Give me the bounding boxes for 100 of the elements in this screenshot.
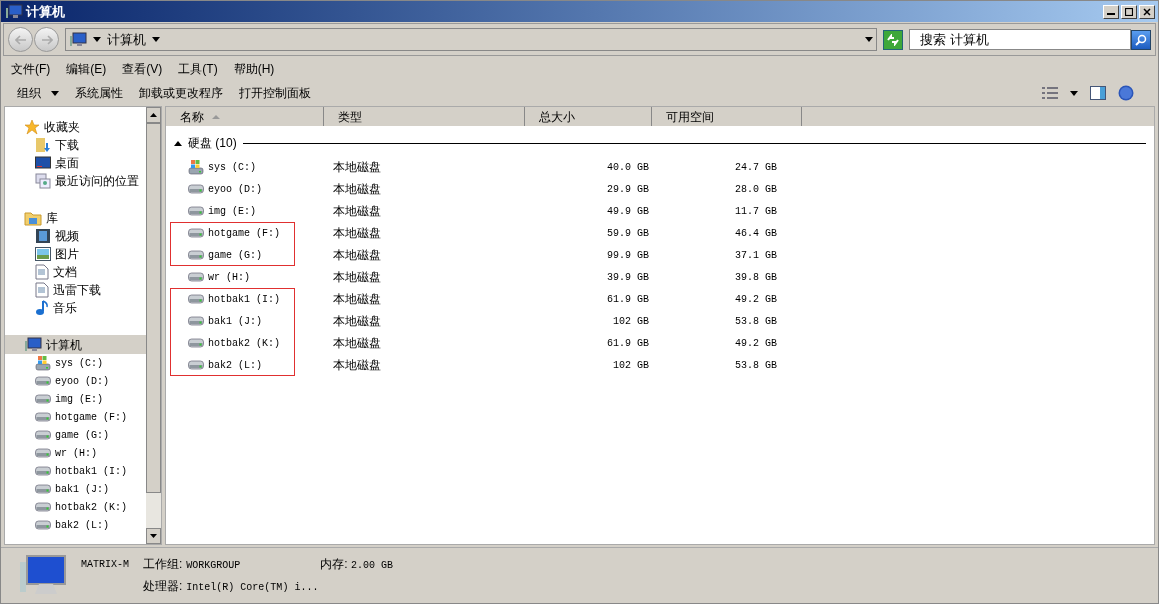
column-header[interactable]: 可用空间 [652, 107, 802, 126]
window-title: 计算机 [26, 2, 65, 21]
sidebar-item[interactable]: 图片 [5, 245, 146, 263]
menu-item[interactable]: 工具(T) [178, 60, 218, 78]
column-header[interactable]: 总大小 [525, 107, 652, 126]
menu-item[interactable]: 编辑(E) [66, 60, 107, 78]
drive-type: 本地磁盘 [332, 335, 382, 352]
document-icon [35, 282, 49, 298]
list-view-icon [1042, 87, 1058, 99]
close-button[interactable] [1139, 4, 1155, 19]
total-size: 49.9 GB [606, 204, 649, 219]
download-folder-icon [35, 137, 51, 153]
music-note-icon [35, 300, 49, 316]
drive-icon [35, 412, 51, 422]
sidebar-item[interactable]: 音乐 [5, 299, 146, 317]
sidebar-section[interactable]: 计算机 [5, 335, 146, 354]
drive-icon [188, 338, 204, 348]
sidebar-item[interactable]: 视频 [5, 227, 146, 245]
sidebar-section[interactable]: 库 [5, 208, 146, 227]
drive-name[interactable]: bak1 (J:) [208, 313, 262, 329]
star-icon [24, 118, 40, 135]
drive-icon [188, 316, 204, 326]
group-toggle[interactable] [174, 139, 182, 147]
sidebar-item[interactable]: img (E:) [5, 390, 146, 408]
address-bar[interactable]: 计算机 [65, 28, 877, 51]
scrollbar[interactable] [146, 107, 161, 544]
drive-icon [188, 206, 204, 216]
sidebar-item[interactable]: hotbak2 (K:) [5, 498, 146, 516]
sidebar-item[interactable]: bak2 (L:) [5, 516, 146, 534]
document-icon [35, 264, 49, 280]
column-header[interactable]: 名称 [166, 107, 324, 126]
drive-type: 本地磁盘 [332, 159, 382, 176]
menu-item[interactable]: 查看(V) [122, 60, 163, 78]
drive-name[interactable]: eyoo (D:) [208, 181, 262, 197]
total-size: 99.9 GB [606, 248, 649, 263]
sort-arrow-icon [212, 114, 220, 119]
processor-label: 处理器: [143, 578, 183, 595]
view-button[interactable] [1042, 87, 1078, 99]
sidebar-section[interactable]: 收藏夹 [5, 117, 146, 136]
drive-icon [188, 272, 204, 282]
sidebar-item[interactable]: 桌面 [5, 154, 146, 172]
address-path: 计算机 [107, 30, 146, 49]
drive-type: 本地磁盘 [332, 247, 382, 264]
preview-pane-button[interactable] [1090, 86, 1106, 100]
total-size: 40.0 GB [606, 160, 649, 175]
drive-name[interactable]: sys (C:) [208, 159, 256, 175]
free-space: 11.7 GB [734, 204, 777, 219]
drive-icon [188, 360, 204, 370]
sidebar-item[interactable]: 最近访问的位置 [5, 172, 146, 190]
menu-item[interactable]: 文件(F) [11, 60, 51, 78]
help-button[interactable] [1118, 85, 1134, 101]
drive-icon [35, 502, 51, 512]
drive-type: 本地磁盘 [332, 269, 382, 286]
toolbar-button[interactable]: 组织 [17, 84, 59, 102]
drive-name[interactable]: hotgame (F:) [208, 225, 280, 241]
sidebar-item[interactable]: eyoo (D:) [5, 372, 146, 390]
sidebar-item[interactable]: bak1 (J:) [5, 480, 146, 498]
sidebar-item[interactable]: 文档 [5, 263, 146, 281]
sidebar-item[interactable]: 下载 [5, 136, 146, 154]
drive-name[interactable]: wr (H:) [208, 269, 250, 285]
sidebar-item[interactable]: sys (C:) [5, 354, 146, 372]
column-header[interactable]: 类型 [324, 107, 525, 126]
drive-icon [188, 294, 204, 304]
free-space: 37.1 GB [734, 248, 777, 263]
search-field[interactable]: 搜索 计算机 [909, 29, 1131, 50]
right-arrow-icon [40, 34, 53, 45]
system-drive-icon [188, 159, 204, 175]
drive-icon [188, 250, 204, 260]
free-space: 49.2 GB [734, 336, 777, 351]
drive-name[interactable]: bak2 (L:) [208, 357, 262, 373]
group-header: 硬盘 (10) [188, 135, 237, 152]
toolbar-button[interactable]: 系统属性 [75, 84, 123, 102]
left-arrow-icon [14, 34, 27, 45]
sidebar-item[interactable]: wr (H:) [5, 444, 146, 462]
drive-name[interactable]: hotbak2 (K:) [208, 335, 280, 351]
sidebar-item[interactable]: game (G:) [5, 426, 146, 444]
drive-name[interactable]: img (E:) [208, 203, 256, 219]
caret-icon [51, 90, 59, 96]
caret-icon [1070, 90, 1078, 96]
drive-name[interactable]: game (G:) [208, 247, 262, 263]
maximize-button[interactable] [1121, 4, 1137, 19]
total-size: 102 GB [612, 358, 649, 373]
toolbar-button[interactable]: 打开控制面板 [239, 84, 311, 102]
drive-type: 本地磁盘 [332, 203, 382, 220]
menu-item[interactable]: 帮助(H) [233, 60, 275, 78]
sidebar-item[interactable]: hotgame (F:) [5, 408, 146, 426]
refresh-arrows-icon [886, 33, 900, 46]
sidebar-section-label: 计算机 [46, 336, 82, 354]
drive-type: 本地磁盘 [332, 291, 382, 308]
drive-name[interactable]: hotbak1 (I:) [208, 291, 280, 307]
toolbar-button[interactable]: 卸载或更改程序 [139, 84, 223, 102]
search-icon [1135, 33, 1147, 46]
minimize-icon [1107, 13, 1115, 15]
drive-icon [35, 484, 51, 494]
minimize-button[interactable] [1103, 4, 1119, 19]
free-space: 53.8 GB [734, 358, 777, 373]
search-button[interactable] [1131, 29, 1151, 50]
sidebar-item[interactable]: hotbak1 (I:) [5, 462, 146, 480]
refresh-button[interactable] [883, 29, 903, 50]
sidebar-item[interactable]: 迅雷下载 [5, 281, 146, 299]
